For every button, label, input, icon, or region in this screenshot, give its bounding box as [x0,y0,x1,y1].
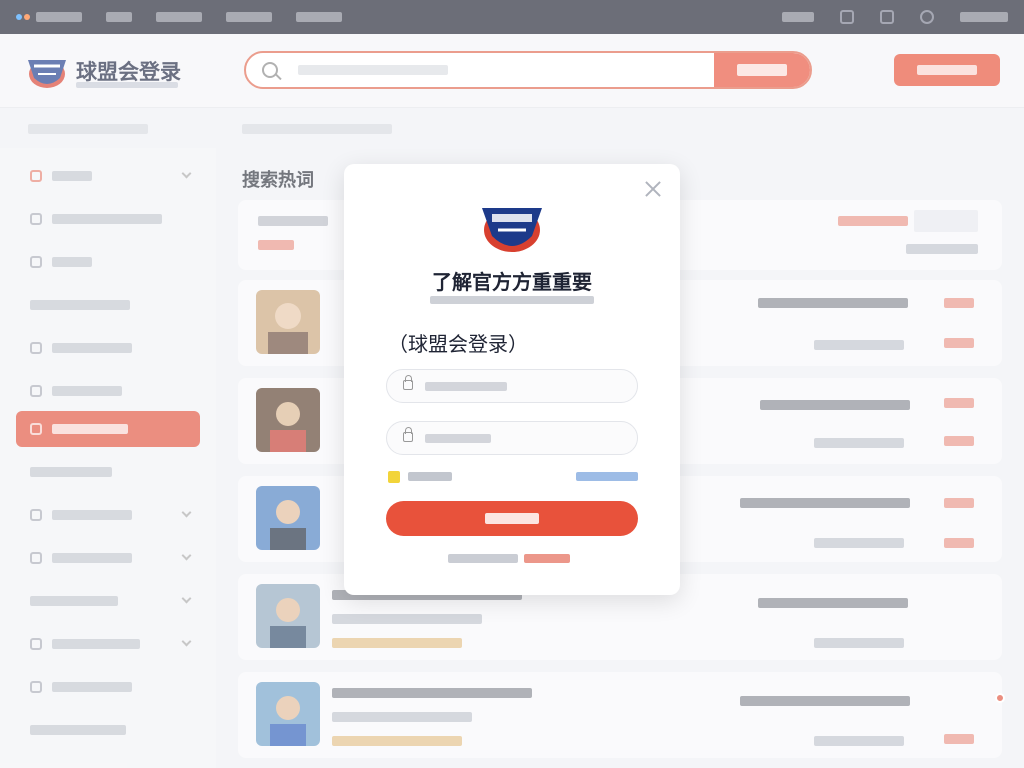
register-prompt [448,554,576,563]
remember-label [408,472,452,481]
register-prompt-text [448,554,518,563]
remember-checkbox[interactable] [388,471,400,483]
forgot-password-link[interactable] [576,472,638,481]
register-link[interactable] [524,554,570,563]
username-field[interactable] [386,369,638,403]
close-icon[interactable] [644,180,662,198]
modal-title: 了解官方方重重要 [432,272,592,294]
lock-icon [403,427,413,442]
login-button[interactable] [386,501,638,536]
password-field[interactable] [386,421,638,455]
modal-heading: （球盟会登录） [388,334,528,356]
username-placeholder [425,382,507,391]
modal-subtitle [430,296,594,304]
password-placeholder [425,434,491,443]
lock-icon [403,375,413,390]
logo-icon [482,208,542,252]
login-modal: 了解官方方重重要 （球盟会登录） [344,164,680,595]
login-button-label [485,513,539,524]
